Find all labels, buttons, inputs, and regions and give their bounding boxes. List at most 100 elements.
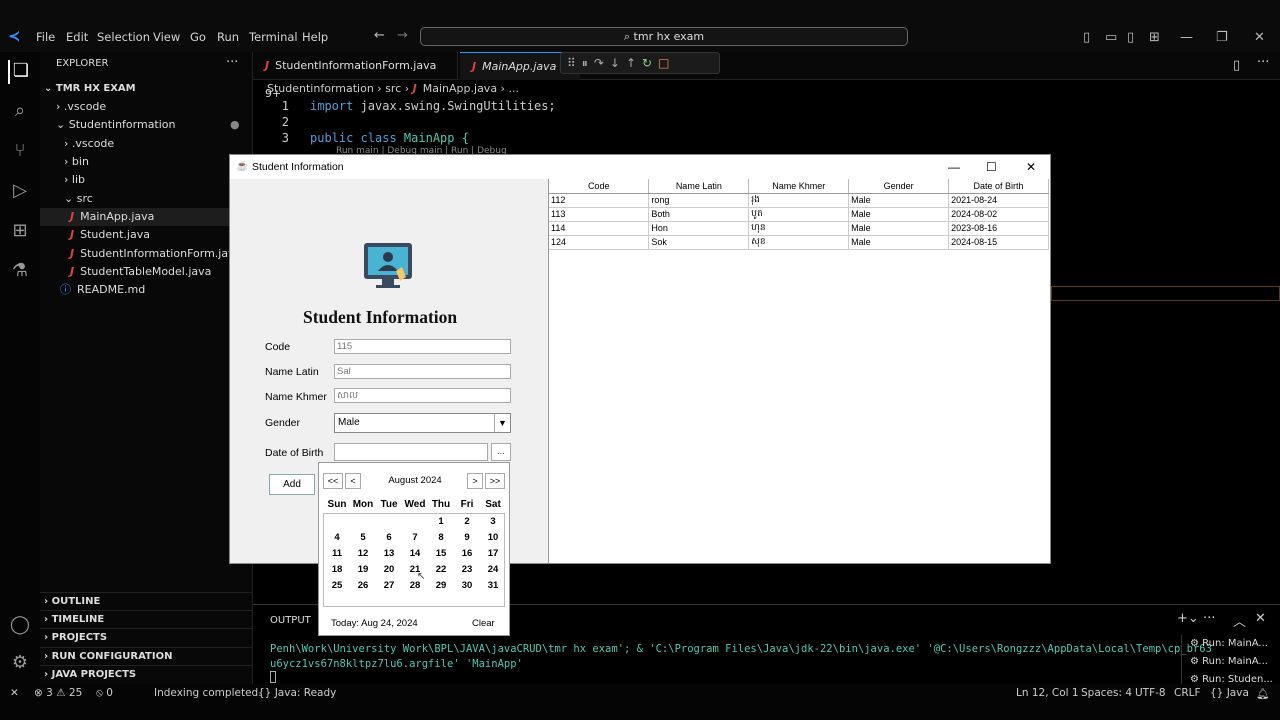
calendar-day[interactable]: 1: [428, 514, 454, 530]
testing-icon[interactable]: ⚗: [8, 260, 32, 284]
calendar-day[interactable]: 3: [480, 514, 506, 530]
section-projects[interactable]: › PROJECTS: [40, 628, 253, 646]
calendar-day[interactable]: 20: [376, 562, 402, 578]
column-header[interactable]: Name Khmer: [748, 179, 850, 194]
pause-icon[interactable]: ⏸: [582, 56, 594, 70]
drag-handle-icon[interactable]: ⠿: [567, 56, 582, 70]
prev-month-button[interactable]: <: [345, 473, 361, 489]
remote-icon[interactable]: ✕: [10, 687, 19, 699]
gender-select[interactable]: Male ▼: [334, 413, 511, 433]
table-row[interactable]: 113 Both បូត Male 2024-08-02: [549, 207, 1049, 222]
menu-run[interactable]: Run: [217, 28, 239, 46]
close-icon[interactable]: ✕: [1254, 30, 1265, 45]
tree-item[interactable]: › lib: [40, 171, 253, 189]
calendar-day[interactable]: 29: [428, 578, 454, 594]
maximize-panel-icon[interactable]: ︿: [1233, 611, 1246, 630]
menu-file[interactable]: File: [36, 28, 55, 46]
code-line[interactable]: public class MainApp {: [310, 130, 469, 146]
calendar-day[interactable]: 5: [350, 530, 376, 546]
calendar-day[interactable]: 19: [350, 562, 376, 578]
terminal-list-item[interactable]: ⚙ Run: MainA...: [1182, 653, 1280, 671]
column-header[interactable]: Code: [549, 179, 650, 194]
language-mode[interactable]: {} Java: [1210, 687, 1249, 699]
explorer-icon[interactable]: ❏: [8, 60, 32, 84]
account-icon[interactable]: ◯: [8, 614, 32, 638]
encoding[interactable]: UTF-8: [1135, 687, 1166, 699]
date-of-birth-field[interactable]: [334, 443, 488, 461]
minimize-icon[interactable]: —: [1180, 30, 1193, 45]
calendar-day[interactable]: 6: [376, 530, 402, 546]
calendar-day[interactable]: 13: [376, 546, 402, 562]
tree-item[interactable]: ⌄ src: [40, 190, 253, 208]
restart-icon[interactable]: ↻: [642, 56, 658, 70]
menu-go[interactable]: Go: [190, 28, 206, 46]
calendar-day[interactable]: 22: [428, 562, 454, 578]
calendar-day[interactable]: 23: [454, 562, 480, 578]
calendar-day[interactable]: 16: [454, 546, 480, 562]
bell-icon[interactable]: 🔔︎: [1256, 687, 1269, 700]
section-java-projects[interactable]: › JAVA PROJECTS: [40, 665, 253, 683]
section-run-configuration[interactable]: › RUN CONFIGURATION: [40, 647, 253, 665]
tree-item[interactable]: J Student.java: [40, 226, 253, 244]
breadcrumb-item[interactable]: MainApp.java: [423, 82, 497, 95]
terminal-list-item[interactable]: ⚙ Run: Studen...: [1182, 671, 1280, 685]
name-latin-field[interactable]: Sal: [334, 364, 511, 379]
column-header[interactable]: Gender: [848, 179, 950, 194]
date-picker-button[interactable]: ...: [491, 443, 511, 461]
menu-view[interactable]: View: [153, 28, 180, 46]
code-line[interactable]: import javax.swing.SwingUtilities;: [310, 98, 556, 114]
month-label[interactable]: August: [388, 475, 418, 486]
calendar-day[interactable]: 2: [454, 514, 480, 530]
toggle-sidebar-icon[interactable]: ▯: [1083, 30, 1090, 45]
calendar-day[interactable]: 31: [480, 578, 506, 594]
minimize-icon[interactable]: —: [948, 155, 960, 179]
calendar-day[interactable]: 11: [324, 546, 350, 562]
today-link[interactable]: Today: Aug 24, 2024: [331, 618, 418, 629]
panel-title-output[interactable]: OUTPUT: [270, 615, 311, 626]
close-panel-icon[interactable]: ✕: [1255, 611, 1266, 626]
menu-help[interactable]: Help: [302, 28, 328, 46]
tree-item[interactable]: J StudentInformationForm.java: [40, 245, 253, 263]
more-actions-icon[interactable]: ···: [1203, 611, 1215, 626]
calendar-day[interactable]: 7: [402, 530, 428, 546]
prev-year-button[interactable]: <<: [323, 473, 343, 489]
calendar-day[interactable]: 30: [454, 578, 480, 594]
tree-item[interactable]: J StudentTableModel.java: [40, 263, 253, 281]
toggle-secondary-sidebar-icon[interactable]: ▯: [1127, 30, 1134, 45]
calendar-day[interactable]: 10: [480, 530, 506, 546]
menu-selection[interactable]: Selection: [97, 28, 150, 46]
calendar-day[interactable]: 4: [324, 530, 350, 546]
indentation[interactable]: Spaces: 4: [1081, 687, 1132, 699]
calendar-day[interactable]: 9: [454, 530, 480, 546]
table-row[interactable]: 112 rong រុង Male 2021-08-24: [549, 193, 1049, 208]
calendar-day[interactable]: 8: [428, 530, 454, 546]
run-debug-icon[interactable]: ▷: [8, 180, 32, 204]
breadcrumb-item[interactable]: Studentinformation: [267, 82, 374, 95]
table-row[interactable]: 114 Hon ហុន Male 2023-08-16: [549, 221, 1049, 236]
section-timeline[interactable]: › TIMELINE: [40, 610, 253, 628]
step-into-icon[interactable]: ↓: [610, 56, 626, 70]
calendar-day[interactable]: 17: [480, 546, 506, 562]
cursor-position[interactable]: Ln 12, Col 1: [1016, 687, 1079, 699]
breadcrumb-item[interactable]: ...: [508, 82, 519, 95]
command-center[interactable]: ⌕ tmr hx exam: [420, 27, 908, 46]
ports-indicator[interactable]: ⦸ 0: [96, 687, 113, 700]
problems-indicator[interactable]: ⊗ 3 ⚠ 25: [34, 687, 82, 699]
search-icon[interactable]: ⌕: [8, 100, 32, 124]
year-label[interactable]: 2024: [421, 475, 442, 486]
calendar-day[interactable]: 14: [402, 546, 428, 562]
more-actions-icon[interactable]: ···: [1257, 55, 1269, 70]
clear-button[interactable]: Clear: [472, 618, 495, 629]
calendar-day[interactable]: 15: [428, 546, 454, 562]
split-editor-icon[interactable]: ▯: [1233, 58, 1240, 73]
chevron-down-icon[interactable]: ▼: [494, 414, 510, 432]
tree-item[interactable]: › .vscode: [40, 98, 253, 116]
calendar-day[interactable]: 25: [324, 578, 350, 594]
tree-item[interactable]: › bin: [40, 153, 253, 171]
settings-gear-icon[interactable]: ⚙: [8, 652, 32, 676]
tab-studentinformationform[interactable]: J StudentInformationForm.java 9+: [253, 52, 458, 100]
customize-layout-icon[interactable]: ⊞: [1149, 30, 1160, 45]
tree-item[interactable]: ⓘ README.md: [40, 281, 253, 299]
step-out-icon[interactable]: ↑: [626, 56, 642, 70]
maximize-icon[interactable]: ☐: [986, 155, 997, 179]
